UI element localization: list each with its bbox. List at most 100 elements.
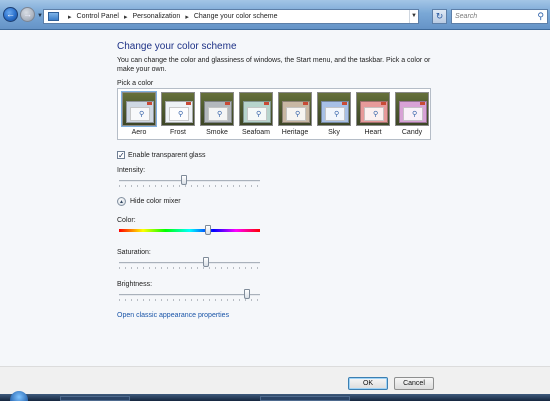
swatch-label: Frost bbox=[170, 129, 186, 136]
cancel-button[interactable]: Cancel bbox=[394, 377, 434, 390]
close-icon bbox=[264, 102, 269, 105]
breadcrumb-color-scheme[interactable]: Change your color scheme bbox=[194, 13, 278, 20]
color-slider-thumb[interactable] bbox=[204, 225, 211, 235]
transparency-label[interactable]: Enable transparent glass bbox=[128, 152, 205, 159]
window-preview: ⚲ bbox=[165, 101, 193, 123]
brightness-slider-thumb[interactable] bbox=[244, 289, 251, 299]
collapse-chevron-icon[interactable]: ▲ bbox=[117, 197, 126, 206]
breadcrumb-separator[interactable]: ▸ bbox=[124, 13, 128, 21]
search-input[interactable]: Search ⚲ bbox=[451, 9, 548, 24]
close-icon bbox=[342, 102, 347, 105]
navigation-bar: ← → ▼ ▸ Control Panel ▸ Personalization … bbox=[0, 0, 550, 30]
pick-color-label: Pick a color bbox=[117, 80, 154, 87]
magnifier-icon: ⚲ bbox=[139, 111, 145, 118]
window-preview-body: ⚲ bbox=[286, 107, 306, 121]
magnifier-icon: ⚲ bbox=[256, 111, 262, 118]
close-icon bbox=[147, 102, 152, 105]
swatch-thumbnail: ⚲ bbox=[356, 92, 390, 126]
taskbar-item[interactable] bbox=[260, 396, 350, 401]
search-placeholder: Search bbox=[455, 13, 478, 20]
window-preview-body: ⚲ bbox=[325, 107, 345, 121]
breadcrumb-separator[interactable]: ▸ bbox=[185, 13, 189, 21]
breadcrumb-control-panel[interactable]: Control Panel bbox=[77, 13, 119, 20]
brightness-slider[interactable] bbox=[119, 289, 260, 301]
swatch-thumbnail: ⚲ bbox=[161, 92, 195, 126]
slider-track bbox=[119, 294, 260, 296]
magnifier-icon: ⚲ bbox=[334, 111, 340, 118]
swatch-aero[interactable]: ⚲ Aero bbox=[121, 91, 157, 138]
intro-text: You can change the color and glassiness … bbox=[117, 57, 431, 73]
color-slider[interactable] bbox=[119, 225, 260, 237]
back-arrow-icon[interactable]: ← bbox=[3, 7, 18, 22]
swatch-label: Heart bbox=[364, 129, 382, 136]
swatch-smoke[interactable]: ⚲ Smoke bbox=[199, 92, 235, 138]
slider-track bbox=[119, 180, 260, 182]
swatch-label: Seafoam bbox=[241, 129, 271, 136]
swatch-label: Smoke bbox=[206, 129, 228, 136]
saturation-slider-thumb[interactable] bbox=[203, 257, 210, 267]
color-mixer-toggle[interactable]: ▲ Hide color mixer bbox=[117, 197, 181, 206]
window-preview: ⚲ bbox=[360, 101, 388, 123]
window-preview-body: ⚲ bbox=[208, 107, 228, 121]
swatch-thumbnail: ⚲ bbox=[200, 92, 234, 126]
color-mixer-label[interactable]: Hide color mixer bbox=[130, 198, 181, 205]
window-preview-body: ⚲ bbox=[169, 107, 189, 121]
swatch-label: Candy bbox=[401, 129, 423, 136]
window-preview: ⚲ bbox=[243, 101, 271, 123]
taskbar-item[interactable] bbox=[60, 396, 130, 401]
control-panel-icon bbox=[48, 12, 59, 21]
refresh-icon[interactable]: ↻ bbox=[432, 9, 447, 24]
search-icon[interactable]: ⚲ bbox=[537, 10, 544, 23]
swatch-thumbnail: ⚲ bbox=[395, 92, 429, 126]
swatch-label: Heritage bbox=[281, 129, 309, 136]
magnifier-icon: ⚲ bbox=[373, 111, 379, 118]
close-icon bbox=[303, 102, 308, 105]
ok-button[interactable]: OK bbox=[348, 377, 388, 390]
address-dropdown-icon[interactable]: ▼ bbox=[409, 10, 418, 23]
breadcrumb-separator[interactable]: ▸ bbox=[68, 13, 72, 21]
intensity-slider[interactable] bbox=[119, 175, 260, 187]
saturation-label: Saturation: bbox=[117, 249, 151, 256]
slider-ticks bbox=[119, 267, 260, 269]
page-title: Change your color scheme bbox=[117, 41, 237, 52]
window-preview-body: ⚲ bbox=[247, 107, 267, 121]
slider-ticks bbox=[119, 185, 260, 187]
slider-ticks bbox=[119, 299, 260, 301]
saturation-slider[interactable] bbox=[119, 257, 260, 269]
slider-track bbox=[119, 262, 260, 264]
magnifier-icon: ⚲ bbox=[217, 111, 223, 118]
swatch-thumbnail: ⚲ bbox=[317, 92, 351, 126]
magnifier-icon: ⚲ bbox=[412, 111, 418, 118]
window-preview: ⚲ bbox=[321, 101, 349, 123]
window-preview: ⚲ bbox=[204, 101, 232, 123]
swatch-seafoam[interactable]: ⚲ Seafoam bbox=[238, 92, 274, 138]
swatch-candy[interactable]: ⚲ Candy bbox=[394, 92, 430, 138]
swatch-thumbnail: ⚲ bbox=[239, 92, 273, 126]
transparency-checkbox[interactable]: ✓ bbox=[117, 151, 125, 160]
swatch-frost[interactable]: ⚲ Frost bbox=[160, 92, 196, 138]
address-bar[interactable]: ▸ Control Panel ▸ Personalization ▸ Chan… bbox=[43, 9, 419, 24]
hue-gradient-bar bbox=[119, 229, 260, 232]
swatch-label: Aero bbox=[131, 129, 147, 136]
swatch-label: Sky bbox=[328, 129, 340, 136]
swatch-thumbnail: ⚲ bbox=[278, 92, 312, 126]
forward-arrow-icon[interactable]: → bbox=[20, 7, 35, 22]
color-label: Color: bbox=[117, 217, 136, 224]
classic-appearance-link[interactable]: Open classic appearance properties bbox=[117, 312, 229, 319]
swatch-thumbnail: ⚲ bbox=[121, 91, 157, 127]
intensity-slider-thumb[interactable] bbox=[180, 175, 187, 185]
window-preview-body: ⚲ bbox=[130, 107, 150, 121]
close-icon bbox=[186, 102, 191, 105]
magnifier-icon: ⚲ bbox=[178, 111, 184, 118]
swatch-sky[interactable]: ⚲ Sky bbox=[316, 92, 352, 138]
brightness-label: Brightness: bbox=[117, 281, 153, 288]
breadcrumb-personalization[interactable]: Personalization bbox=[132, 13, 180, 20]
close-icon bbox=[381, 102, 386, 105]
window-preview: ⚲ bbox=[282, 101, 310, 123]
close-icon bbox=[225, 102, 230, 105]
close-icon bbox=[420, 102, 425, 105]
swatch-heritage[interactable]: ⚲ Heritage bbox=[277, 92, 313, 138]
transparency-row: ✓ Enable transparent glass bbox=[117, 151, 205, 160]
swatch-heart[interactable]: ⚲ Heart bbox=[355, 92, 391, 138]
window-preview-body: ⚲ bbox=[364, 107, 384, 121]
